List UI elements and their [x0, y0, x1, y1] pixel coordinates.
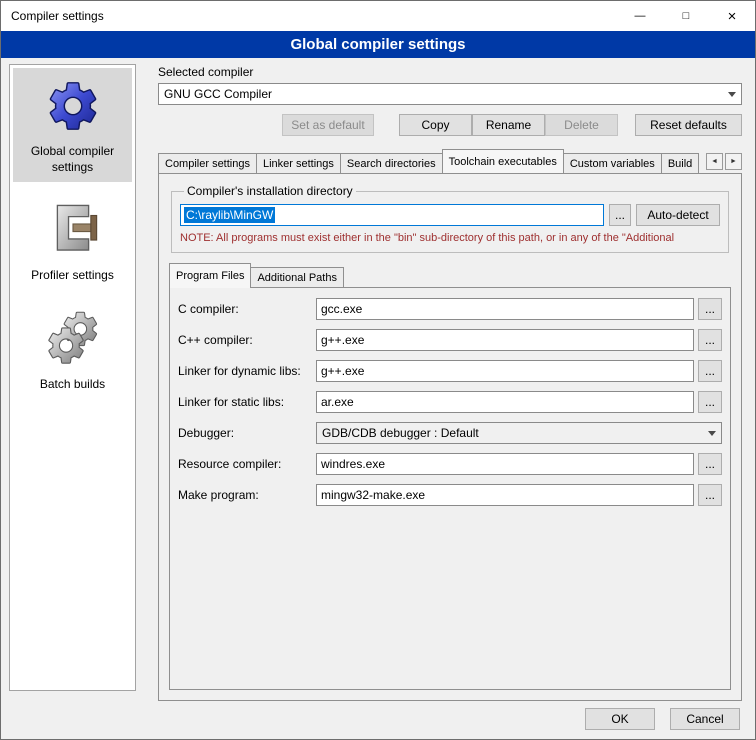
sidebar-item-label: Batch builds: [15, 377, 130, 393]
sidebar-item-label: Global compiler settings: [15, 144, 130, 175]
copy-button[interactable]: Copy: [399, 114, 472, 136]
tabs-viewport: Compiler settings Linker settings Search…: [158, 149, 706, 173]
installation-directory-row: C:\raylib\MinGW ... Auto-detect: [180, 204, 720, 226]
debugger-label: Debugger:: [178, 426, 316, 440]
cancel-button[interactable]: Cancel: [670, 708, 740, 730]
sidebar: Global compiler settings Profiler settin: [9, 64, 136, 691]
static-linker-browse-button[interactable]: ...: [698, 391, 722, 413]
toolchain-executables-panel: Compiler's installation directory C:\ray…: [158, 173, 742, 701]
installation-directory-group: Compiler's installation directory C:\ray…: [171, 184, 729, 253]
dialog-footer: OK Cancel: [585, 708, 740, 730]
debugger-value: GDB/CDB debugger : Default: [322, 426, 479, 440]
selected-compiler-dropdown[interactable]: GNU GCC Compiler: [158, 83, 742, 105]
window-title: Compiler settings: [1, 9, 104, 23]
tab-build-options[interactable]: Build: [661, 153, 699, 173]
installation-directory-input[interactable]: C:\raylib\MinGW: [180, 204, 604, 226]
c-compiler-label: C compiler:: [178, 302, 316, 316]
sidebar-item-label: Profiler settings: [15, 268, 130, 284]
batch-builds-gears-icon: [15, 306, 130, 372]
program-files-panel: C compiler: ... C++ compiler: ... Linker…: [169, 287, 731, 690]
titlebar: Compiler settings — □ ×: [1, 1, 755, 31]
tab-search-directories[interactable]: Search directories: [340, 153, 443, 173]
static-linker-input[interactable]: [316, 391, 694, 413]
selected-compiler-label: Selected compiler: [158, 65, 742, 79]
chevron-down-icon: [723, 84, 741, 104]
minimize-button[interactable]: —: [617, 1, 663, 31]
dynamic-linker-row: Linker for dynamic libs: ...: [178, 360, 722, 382]
c-compiler-row: C compiler: ...: [178, 298, 722, 320]
set-as-default-button[interactable]: Set as default: [282, 114, 374, 136]
tab-scroll-arrows: ◄ ►: [706, 153, 742, 173]
subtab-additional-paths[interactable]: Additional Paths: [250, 267, 344, 287]
cpp-compiler-label: C++ compiler:: [178, 333, 316, 347]
rename-button[interactable]: Rename: [472, 114, 545, 136]
c-compiler-browse-button[interactable]: ...: [698, 298, 722, 320]
dynamic-linker-browse-button[interactable]: ...: [698, 360, 722, 382]
tab-scroll-right-button[interactable]: ►: [725, 153, 742, 170]
tab-toolchain-executables[interactable]: Toolchain executables: [442, 149, 564, 173]
debugger-dropdown[interactable]: GDB/CDB debugger : Default: [316, 422, 722, 444]
installation-directory-browse-button[interactable]: ...: [609, 204, 631, 226]
chevron-down-icon: [703, 423, 721, 443]
c-compiler-input[interactable]: [316, 298, 694, 320]
cpp-compiler-input[interactable]: [316, 329, 694, 351]
tab-scroll-left-button[interactable]: ◄: [706, 153, 723, 170]
main-content: Selected compiler GNU GCC Compiler Set a…: [148, 63, 749, 701]
compiler-buttons-row: Set as default Copy Rename Delete Reset …: [158, 114, 742, 136]
resource-compiler-input[interactable]: [316, 453, 694, 475]
tab-custom-variables[interactable]: Custom variables: [563, 153, 662, 173]
global-compiler-settings-gear-icon: [15, 73, 130, 139]
installation-directory-value: C:\raylib\MinGW: [184, 207, 275, 223]
close-button[interactable]: ×: [709, 1, 755, 31]
make-program-label: Make program:: [178, 488, 316, 502]
programs-subtabstrip: Program Files Additional Paths: [169, 263, 731, 287]
debugger-row: Debugger: GDB/CDB debugger : Default: [178, 422, 722, 444]
resource-compiler-row: Resource compiler: ...: [178, 453, 722, 475]
cpp-compiler-row: C++ compiler: ...: [178, 329, 722, 351]
maximize-button[interactable]: □: [663, 1, 709, 31]
sidebar-item-profiler-settings[interactable]: Profiler settings: [13, 192, 132, 291]
resource-compiler-browse-button[interactable]: ...: [698, 453, 722, 475]
ok-button[interactable]: OK: [585, 708, 655, 730]
dynamic-linker-input[interactable]: [316, 360, 694, 382]
tab-compiler-settings[interactable]: Compiler settings: [158, 153, 257, 173]
cpp-compiler-browse-button[interactable]: ...: [698, 329, 722, 351]
sidebar-item-global-compiler-settings[interactable]: Global compiler settings: [13, 68, 132, 182]
make-program-input[interactable]: [316, 484, 694, 506]
static-linker-row: Linker for static libs: ...: [178, 391, 722, 413]
dynamic-linker-label: Linker for dynamic libs:: [178, 364, 316, 378]
settings-tabstrip: Compiler settings Linker settings Search…: [158, 149, 742, 173]
resource-compiler-label: Resource compiler:: [178, 457, 316, 471]
auto-detect-button[interactable]: Auto-detect: [636, 204, 720, 226]
installation-directory-group-title: Compiler's installation directory: [184, 184, 356, 198]
compiler-settings-dialog: Compiler settings — □ × Global compiler …: [0, 0, 756, 740]
delete-button[interactable]: Delete: [545, 114, 618, 136]
window-controls: — □ ×: [617, 1, 755, 31]
static-linker-label: Linker for static libs:: [178, 395, 316, 409]
sidebar-item-batch-builds[interactable]: Batch builds: [13, 301, 132, 400]
make-program-row: Make program: ...: [178, 484, 722, 506]
selected-compiler-value: GNU GCC Compiler: [164, 87, 272, 101]
subtab-program-files[interactable]: Program Files: [169, 263, 251, 288]
tab-linker-settings[interactable]: Linker settings: [256, 153, 341, 173]
banner-title: Global compiler settings: [1, 31, 755, 58]
note-text: NOTE: All programs must exist either in …: [180, 232, 720, 244]
reset-defaults-button[interactable]: Reset defaults: [635, 114, 742, 136]
profiler-clamp-icon: [15, 197, 130, 263]
make-program-browse-button[interactable]: ...: [698, 484, 722, 506]
